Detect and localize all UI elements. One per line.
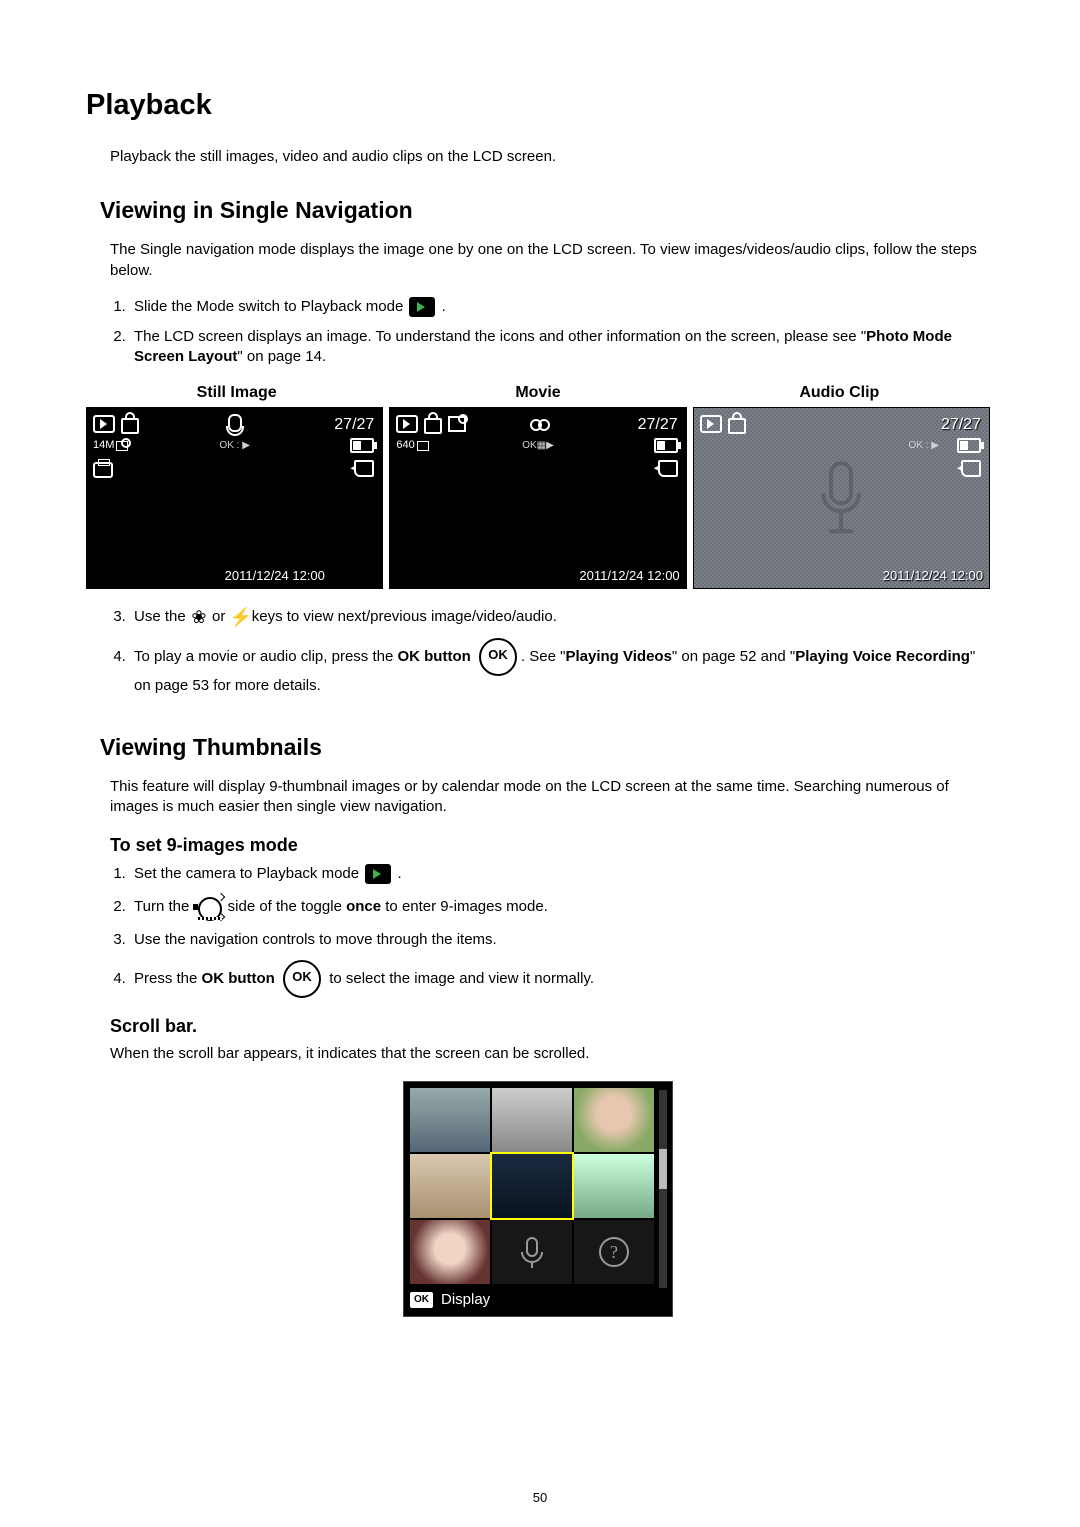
thumb-cell-audio <box>492 1220 572 1284</box>
play-icon <box>700 415 722 433</box>
thumb-cell <box>492 1088 572 1152</box>
step-2: The LCD screen displays an image. To und… <box>130 327 990 368</box>
section1-body: The Single navigation mode displays the … <box>110 240 990 281</box>
s2s2: Turn the side of the toggle once to ente… <box>130 894 990 920</box>
subheading-9-images: To set 9-images mode <box>110 833 990 857</box>
big-mic-icon <box>813 460 869 546</box>
printer-icon <box>93 462 113 478</box>
header-movie: Movie <box>387 382 688 404</box>
play-icon <box>396 415 418 433</box>
memory-icon <box>354 460 374 477</box>
section2-body: This feature will display 9-thumbnail im… <box>110 777 990 818</box>
mic-icon <box>228 414 242 432</box>
lock-icon <box>424 418 442 434</box>
page-title: Playback <box>86 86 990 125</box>
timestamp: 2011/12/24 12:00 <box>883 567 983 585</box>
section1-steps: Slide the Mode switch to Playback mode .… <box>130 297 990 368</box>
lcd-movie: 27/27 OK▦▶ 640 2011/12/24 12:00 <box>389 407 686 589</box>
section-heading-single-nav: Viewing in Single Navigation <box>100 195 990 226</box>
step-1: Slide the Mode switch to Playback mode . <box>130 297 990 317</box>
thumb-cell-selected <box>492 1154 572 1218</box>
s2s1: Set the camera to Playback mode . <box>130 864 990 884</box>
flower-nav-icon: ❀ <box>190 608 208 626</box>
section1-steps-continued: Use the ❀ or ⚡ keys to view next/previou… <box>130 607 990 696</box>
battery-icon <box>654 438 678 453</box>
display-label: Display <box>441 1290 490 1310</box>
page-number: 50 <box>533 1489 547 1507</box>
memory-icon <box>961 460 981 477</box>
lcd-audio-clip: 27/27 OK : ▶ 2011/12/24 12:00 <box>693 407 990 589</box>
section2-sub1-steps: Set the camera to Playback mode . Turn t… <box>130 864 990 999</box>
thumb-cell <box>410 1220 490 1284</box>
frame-icon <box>116 441 128 451</box>
frame-icon <box>417 441 429 451</box>
ok-badge: OK <box>410 1292 433 1308</box>
resolution-label: 640 <box>396 438 414 453</box>
play-icon <box>93 415 115 433</box>
playback-mode-icon <box>409 297 435 317</box>
memory-icon <box>658 460 678 477</box>
thumbnail-figure: ? OK Display <box>403 1081 673 1317</box>
ok-button-icon: OK <box>479 638 517 676</box>
thumb-cell-unknown: ? <box>574 1220 654 1284</box>
subheading-scrollbar: Scroll bar. <box>110 1014 990 1038</box>
svg-text:?: ? <box>610 1242 618 1262</box>
intro-text: Playback the still images, video and aud… <box>110 147 990 167</box>
scrollbar-icon <box>659 1090 667 1288</box>
playback-mode-icon <box>365 864 391 884</box>
battery-icon <box>957 438 981 453</box>
ok-hint: OK : ▶ <box>909 438 939 453</box>
thumb-cell <box>574 1154 654 1218</box>
header-audio-clip: Audio Clip <box>689 382 990 404</box>
lcd-screens-row: 27/27 OK : ▶ 14M 2011/12/24 12:00 27/27 … <box>86 407 990 589</box>
lcd-still-image: 27/27 OK : ▶ 14M 2011/12/24 12:00 <box>86 407 383 589</box>
battery-icon <box>350 438 374 453</box>
timestamp: 2011/12/24 12:00 <box>225 567 325 585</box>
ok-button-icon: OK <box>283 960 321 998</box>
zoom-toggle-icon <box>193 894 223 920</box>
key-icon <box>448 416 466 432</box>
loop-icon <box>530 419 546 429</box>
header-still-image: Still Image <box>86 382 387 404</box>
thumb-cell <box>410 1088 490 1152</box>
counter-text: 27/27 <box>941 414 981 436</box>
s2s3: Use the navigation controls to move thro… <box>130 930 990 950</box>
step-4: To play a movie or audio clip, press the… <box>130 638 990 696</box>
flash-nav-icon: ⚡ <box>230 608 248 626</box>
section-heading-thumbnails: Viewing Thumbnails <box>100 732 990 763</box>
lock-icon <box>121 418 139 434</box>
resolution-label: 14M <box>93 438 114 453</box>
screen-headers: Still Image Movie Audio Clip <box>86 382 990 404</box>
lock-icon <box>728 418 746 434</box>
thumb-cell <box>574 1088 654 1152</box>
ok-play-hint: OK▦▶ <box>522 438 554 453</box>
counter-text: 27/27 <box>334 414 374 436</box>
s2s4: Press the OK button OK to select the ima… <box>130 960 990 998</box>
ok-hint: OK : ▶ <box>219 438 249 453</box>
timestamp: 2011/12/24 12:00 <box>579 567 679 585</box>
step-3: Use the ❀ or ⚡ keys to view next/previou… <box>130 607 990 627</box>
scrollbar-body: When the scroll bar appears, it indicate… <box>110 1044 990 1064</box>
thumb-cell <box>410 1154 490 1218</box>
counter-text: 27/27 <box>638 414 678 436</box>
